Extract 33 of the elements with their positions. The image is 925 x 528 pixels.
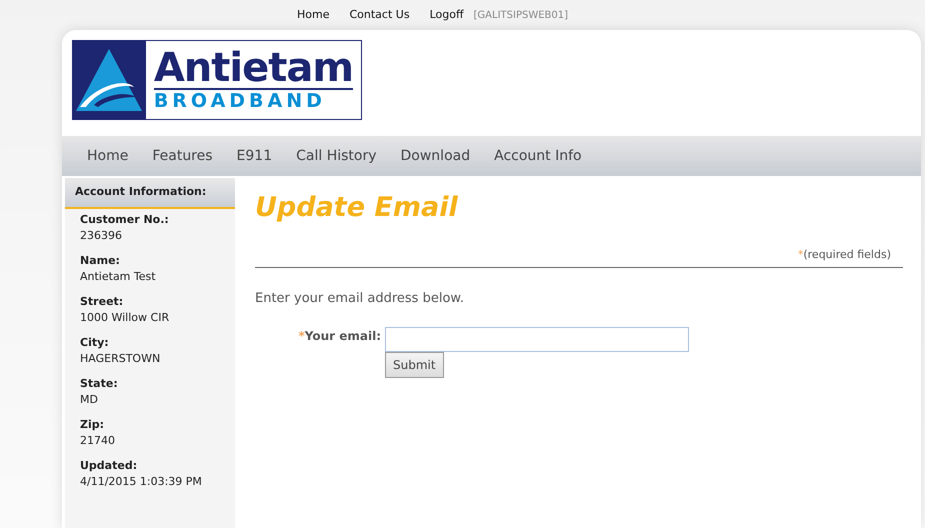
required-note: *(required fields) [255, 246, 903, 268]
top-link[interactable]: Contact Us [349, 6, 410, 24]
field-value: MD [80, 392, 99, 408]
nav-link[interactable]: Download [400, 146, 470, 166]
instructions: Enter your email address below. [255, 290, 465, 308]
logo-tagline: BROADBAND [154, 88, 353, 112]
top-link[interactable]: Home [297, 6, 330, 24]
field-label: City: [80, 334, 110, 350]
field-label: Zip: [80, 416, 106, 432]
nav-link[interactable]: E911 [236, 146, 272, 166]
nav-link[interactable]: Call History [296, 146, 377, 166]
field-value: HAGERSTOWN [80, 351, 162, 367]
field-value: 236396 [80, 228, 123, 244]
nav-link[interactable]: Features [152, 146, 213, 166]
field-label: Street: [80, 294, 124, 310]
nav-link[interactable]: Account Info [494, 146, 582, 166]
field-value: Antietam Test [80, 269, 157, 285]
field-value: 1000 Willow CIR [80, 310, 170, 326]
field-value: 4/11/2015 1:03:39 PM [80, 474, 203, 490]
field-label: *Your email: [297, 328, 382, 344]
logo-wordmark: Antietam [154, 48, 353, 88]
field-label: State: [80, 376, 119, 392]
submit-button[interactable]: Submit [385, 352, 444, 378]
email-field[interactable] [385, 326, 689, 352]
field-label: Updated: [80, 458, 138, 474]
nav-link[interactable]: Home [87, 146, 128, 166]
top-link[interactable]: Logoff [430, 6, 464, 24]
field-label: Customer No.: [80, 212, 170, 228]
field-value: 21740 [80, 433, 116, 449]
page-title: Update Email [255, 191, 459, 225]
server-name: [GALITSIPSWEB01] [474, 8, 568, 22]
sidebar-title: Account Information: [65, 178, 235, 208]
field-label: Name: [80, 252, 121, 268]
